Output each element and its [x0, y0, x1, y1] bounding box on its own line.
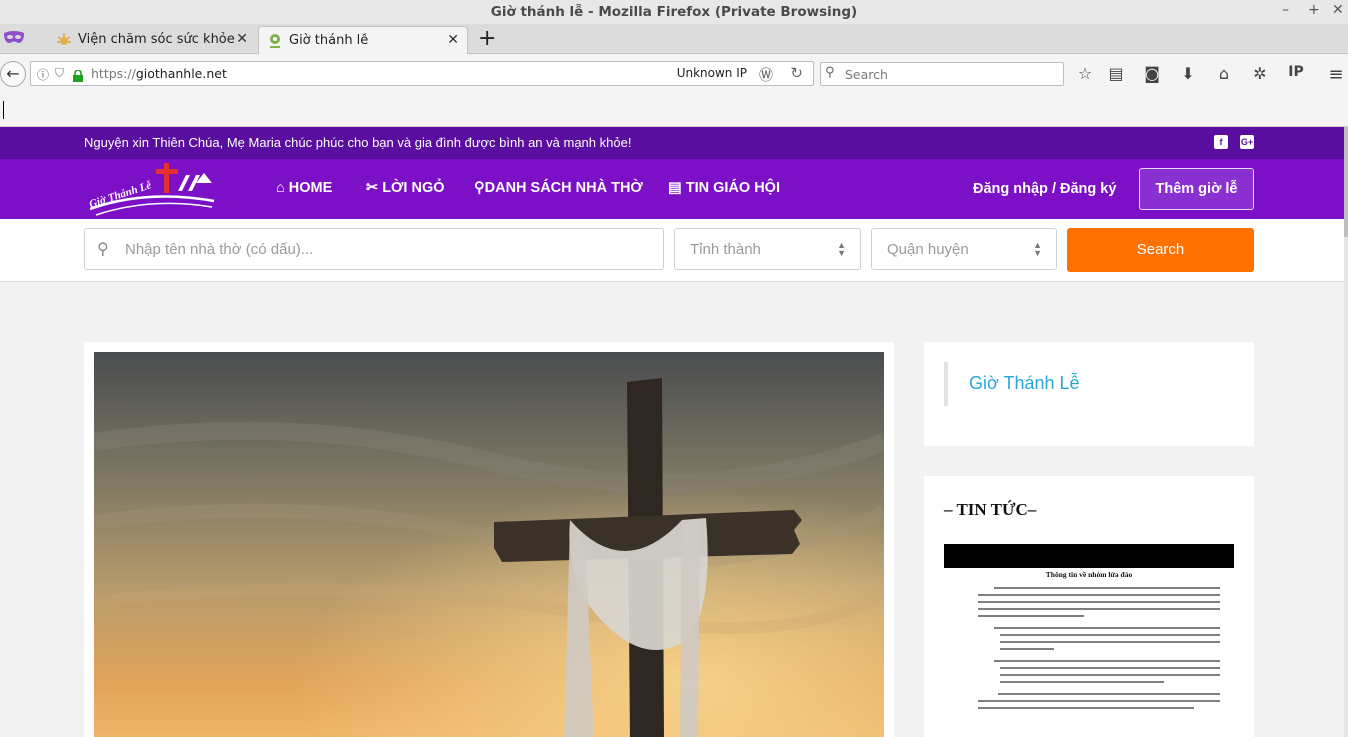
bookmark-star-icon[interactable]: ☆: [1075, 64, 1095, 83]
news-heading: – TIN TỨC–: [944, 500, 1037, 519]
add-mass-time-button[interactable]: Thêm giờ lễ: [1139, 168, 1254, 210]
login-register-link[interactable]: Đăng nhập / Đăng ký: [973, 181, 1116, 197]
featured-post-card: [84, 342, 894, 737]
reload-icon[interactable]: ↻: [790, 64, 803, 82]
search-placeholder: Search: [845, 67, 888, 82]
thumbnail-black-band: [944, 544, 1234, 568]
handshake-icon: ✂: [366, 180, 383, 196]
church-name-placeholder: Nhập tên nhà thờ (có dấu)...: [125, 241, 314, 258]
province-select[interactable]: Tỉnh thành ▲ ▼: [674, 228, 861, 270]
tab-gio-thanh-le[interactable]: Giờ thánh lễ ✕: [258, 26, 468, 54]
google-plus-icon[interactable]: G+: [1240, 135, 1254, 149]
close-tab-icon[interactable]: ✕: [447, 32, 459, 48]
maximize-icon[interactable]: +: [1308, 2, 1320, 18]
lock-icon: [73, 67, 83, 82]
search-icon: ⚲: [825, 65, 835, 80]
menu-home[interactable]: ⌂ HOME: [276, 180, 332, 196]
bookmarks-bar: [0, 93, 1348, 127]
quote-border: [944, 362, 948, 406]
window-titlebar: Giờ thánh lễ - Mozilla Firefox (Private …: [0, 0, 1348, 24]
tab-label: Viện chăm sóc sức khỏe và: [78, 32, 238, 47]
navigation-toolbar: ← ⓘ ⛉ https://giothanhle.net Unknown IP …: [0, 55, 1348, 93]
gio-thanh-le-link[interactable]: Giờ Thánh Lễ: [969, 373, 1080, 394]
ip-extension-icon[interactable]: IP: [1286, 64, 1306, 80]
tracking-shield-icon[interactable]: ⛉: [55, 66, 64, 81]
info-icon[interactable]: ⓘ: [37, 66, 49, 83]
url-bar[interactable]: ⓘ ⛉ https://giothanhle.net Unknown IP Ⓦ …: [30, 61, 814, 86]
church-name-input[interactable]: ⚲ Nhập tên nhà thờ (có dấu)...: [84, 228, 664, 270]
cross-sunset-image[interactable]: [94, 352, 884, 737]
scrollbar-thumb[interactable]: [1344, 127, 1348, 237]
text-caret: [3, 101, 4, 119]
sidebar-link-card: Giờ Thánh Lễ: [924, 342, 1254, 446]
new-tab-icon[interactable]: +: [478, 26, 496, 51]
tab-label: Giờ thánh lễ: [289, 33, 369, 48]
announcement-text: Nguyện xin Thiên Chúa, Mẹ Maria chúc phú…: [84, 135, 632, 150]
tab-vien-cham-soc[interactable]: Viện chăm sóc sức khỏe và ✕: [48, 26, 256, 54]
announcement-bar: Nguyện xin Thiên Chúa, Mẹ Maria chúc phú…: [0, 127, 1348, 159]
back-icon[interactable]: ←: [0, 61, 26, 87]
news-thumbnail[interactable]: Thông tin về nhóm lừa đảo: [944, 544, 1234, 737]
wordpress-icon: Ⓦ: [759, 68, 773, 84]
reading-list-icon[interactable]: ▤: [1106, 64, 1126, 83]
window-title: Giờ thánh lễ - Mozilla Firefox (Private …: [490, 4, 858, 20]
extension-icon[interactable]: ✲: [1250, 64, 1270, 83]
menu-tin-giao-hoi[interactable]: ▤ TIN GIÁO HỘI: [668, 180, 780, 196]
sidebar-news-card: – TIN TỨC– Thông tin về nhóm lừa đảo: [924, 476, 1254, 737]
sunburst-favicon-icon: [56, 32, 72, 48]
page-scrollbar[interactable]: [1344, 127, 1348, 737]
download-icon[interactable]: ⬇: [1178, 64, 1198, 83]
map-pin-favicon-icon: [267, 33, 283, 49]
select-arrows-icon: ▲ ▼: [1033, 240, 1042, 258]
pocket-icon[interactable]: ◙: [1142, 64, 1162, 83]
newspaper-icon: ▤: [668, 180, 686, 196]
minimize-icon[interactable]: –: [1282, 2, 1289, 18]
facebook-icon[interactable]: f: [1214, 135, 1228, 149]
browser-search-input[interactable]: ⚲ Search: [820, 62, 1064, 86]
hamburger-menu-icon[interactable]: ≡: [1326, 64, 1346, 85]
ip-label: Unknown IP: [676, 66, 747, 80]
search-icon: ⚲: [97, 241, 109, 258]
close-window-icon[interactable]: ✕: [1332, 2, 1344, 18]
menu-danh-sach-nha-tho[interactable]: ⚲DANH SÁCH NHÀ THỜ: [474, 180, 643, 196]
url-text: https://giothanhle.net: [91, 66, 227, 81]
select-arrows-icon: ▲ ▼: [837, 240, 846, 258]
private-browsing-icon: [2, 29, 26, 51]
map-marker-icon: ⚲: [474, 180, 485, 196]
tab-bar: Viện chăm sóc sức khỏe và ✕ Giờ thánh lễ…: [0, 24, 1348, 54]
close-tab-icon[interactable]: ✕: [236, 31, 248, 47]
menu-loi-ngo[interactable]: ✂ LỜI NGỎ: [366, 180, 445, 196]
site-logo[interactable]: Giờ Thánh Lễ: [86, 161, 216, 217]
news-doc-title: Thông tin về nhóm lừa đảo: [1045, 570, 1133, 579]
site-nav: Giờ Thánh Lễ ⌂ HOME ✂ LỜI NGỎ ⚲DANH SÁCH…: [0, 159, 1348, 219]
church-search-bar: ⚲ Nhập tên nhà thờ (có dấu)... Tỉnh thàn…: [0, 219, 1348, 282]
home-icon[interactable]: ⌂: [1214, 64, 1234, 83]
district-select[interactable]: Quận huyện ▲ ▼: [871, 228, 1057, 270]
search-button[interactable]: Search: [1067, 228, 1254, 272]
home-menu-icon: ⌂: [276, 180, 289, 196]
document-text-lines: [978, 587, 1220, 709]
province-value: Tỉnh thành: [690, 241, 761, 258]
district-value: Quận huyện: [887, 241, 969, 258]
